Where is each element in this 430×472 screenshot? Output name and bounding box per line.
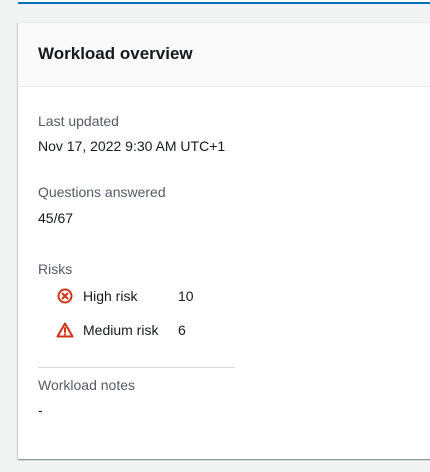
risk-name: High risk — [83, 288, 138, 304]
questions-answered-label: Questions answered — [38, 184, 166, 200]
risk-count: 6 — [178, 322, 186, 338]
section-divider — [38, 367, 235, 368]
last-updated-value: Nov 17, 2022 9:30 AM UTC+1 — [38, 138, 226, 154]
risk-row-medium: Medium risk 6 — [56, 320, 186, 340]
risk-count: 10 — [178, 288, 194, 304]
warning-triangle-icon — [56, 321, 74, 339]
error-circle-icon — [56, 287, 74, 305]
questions-answered-value: 45/67 — [38, 210, 74, 226]
card-header: Workload overview — [18, 23, 430, 87]
last-updated-label: Last updated — [38, 113, 119, 129]
risks-label: Risks — [38, 261, 73, 277]
workload-overview-card: Workload overview Last updated Nov 17, 2… — [18, 22, 430, 459]
previous-panel-edge — [18, 0, 430, 4]
risk-name: Medium risk — [83, 322, 159, 338]
risk-row-high: High risk 10 — [56, 286, 194, 306]
card-title: Workload overview — [38, 44, 193, 63]
workload-notes-value: - — [38, 402, 43, 418]
workload-notes-label: Workload notes — [38, 377, 136, 393]
